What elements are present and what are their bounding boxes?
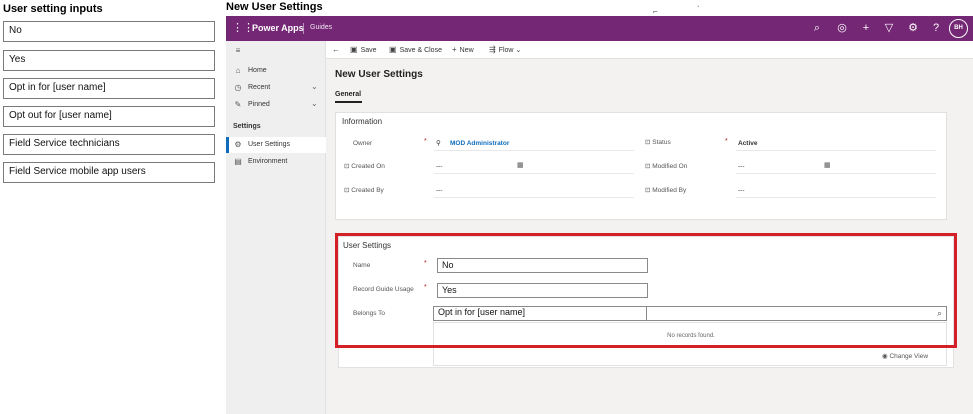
sidebar-item-home[interactable]: ⌂ Home — [226, 63, 326, 79]
save-icon: ▣ — [350, 45, 358, 54]
highlight-box — [335, 233, 957, 348]
modified-by-value: --- — [738, 187, 745, 194]
modified-on-underline — [736, 173, 936, 174]
sidebar: ≡ ⌂ Home ◷ Recent ⌄ ✎ Pinned ⌄ Settings … — [226, 41, 326, 414]
calendar-icon: ▦ — [824, 162, 831, 169]
sidebar-item-pinned[interactable]: ✎ Pinned ⌄ — [226, 97, 326, 113]
option-field-service-technicians: Field Service technicians — [3, 134, 215, 155]
modified-by-label-text: Modified By — [652, 187, 687, 194]
required-marker: * — [725, 138, 728, 145]
new-button[interactable]: + New — [452, 45, 474, 54]
chevron-down-icon: ⌄ — [311, 99, 318, 108]
created-on-value: --- — [436, 163, 443, 170]
status-underline — [736, 150, 936, 151]
modified-on-label: ⊡ Modified On — [645, 162, 687, 170]
filter-icon[interactable]: ▽ — [882, 21, 896, 35]
save-close-label: Save & Close — [399, 47, 442, 54]
save-close-icon: ▣ — [389, 45, 397, 54]
right-panel-title: New User Settings — [226, 1, 323, 13]
back-arrow-icon: ← — [332, 45, 340, 54]
status-value: Active — [738, 140, 758, 147]
sidebar-item-environment[interactable]: ▤ Environment — [226, 154, 326, 170]
app-sub-name[interactable]: Guides — [310, 24, 332, 31]
change-view-button[interactable]: ◉ Change View — [882, 352, 928, 360]
sidebar-item-label: Home — [248, 67, 267, 74]
circle-check-icon[interactable]: ◎ — [835, 21, 849, 35]
save-close-button[interactable]: ▣ Save & Close — [389, 45, 442, 54]
created-on-underline — [434, 173, 634, 174]
calendar-icon: ▦ — [517, 162, 524, 169]
information-title: Information — [342, 117, 383, 126]
created-on-label-text: Created On — [351, 163, 385, 170]
tab-general[interactable]: General — [335, 91, 361, 98]
app-name[interactable]: Power Apps — [252, 23, 304, 33]
modified-on-label-text: Modified On — [652, 163, 688, 170]
pin-icon: ✎ — [234, 100, 242, 109]
plus-icon: + — [452, 45, 457, 54]
status-label: ⊡ Status — [645, 138, 671, 146]
owner-person-icon: ⚲ — [436, 140, 441, 147]
information-section — [335, 112, 947, 220]
gear-icon[interactable]: ⚙ — [906, 21, 920, 35]
created-on-label: ⊡ Created On — [344, 162, 385, 170]
new-label: New — [459, 47, 474, 54]
owner-underline — [434, 150, 634, 151]
clock-icon: ◷ — [234, 83, 242, 92]
stray-mark: ⌐ — [653, 7, 658, 16]
save-button[interactable]: ▣ Save — [350, 45, 377, 54]
owner-label: Owner — [353, 140, 373, 147]
tab-underline — [335, 101, 362, 103]
change-view-label: Change View — [889, 353, 929, 360]
sidebar-item-label: Recent — [248, 84, 271, 91]
option-no: No — [3, 21, 215, 42]
help-icon[interactable]: ? — [929, 21, 943, 35]
waffle-icon[interactable]: ⋮⋮ — [232, 22, 254, 34]
created-by-label: ⊡ Created By — [344, 186, 384, 194]
sidebar-item-label: User Settings — [248, 141, 291, 148]
sidebar-heading-settings: Settings — [233, 123, 261, 130]
sidebar-item-label: Pinned — [248, 101, 270, 108]
hamburger-menu[interactable]: ≡ — [226, 43, 326, 59]
sidebar-item-label: Environment — [248, 158, 288, 165]
home-icon: ⌂ — [235, 66, 241, 75]
chevron-down-icon: ⌄ — [311, 82, 318, 91]
hamburger-icon: ≡ — [235, 46, 241, 55]
back-button[interactable]: ← — [332, 45, 343, 54]
avatar[interactable]: BH — [949, 19, 968, 38]
left-panel-title: User setting inputs — [3, 3, 103, 15]
topbar-divider — [303, 23, 304, 34]
plus-icon[interactable]: + — [859, 21, 873, 35]
search-icon[interactable]: ⌕ — [810, 21, 824, 35]
top-bar: ⋮⋮ Power Apps Guides ⌕ ◎ + ▽ ⚙ ? BH — [226, 16, 973, 41]
created-by-label-text: Created By — [351, 187, 384, 194]
command-bar: ← ▣ Save ▣ Save & Close + New ⇶ Flow ⌄ — [326, 41, 973, 59]
status-label-text: Status — [652, 139, 671, 146]
owner-value[interactable]: MOD Administrator — [450, 140, 509, 147]
option-yes: Yes — [3, 50, 215, 71]
modified-by-label: ⊡ Modified By — [645, 186, 686, 194]
sidebar-item-recent[interactable]: ◷ Recent ⌄ — [226, 80, 326, 96]
created-by-underline — [434, 197, 634, 198]
modified-by-underline — [736, 197, 936, 198]
flow-button[interactable]: ⇶ Flow ⌄ — [489, 45, 521, 54]
sidebar-item-user-settings[interactable]: ⚙ User Settings — [226, 137, 326, 153]
option-field-service-mobile-users: Field Service mobile app users — [3, 162, 215, 183]
list-icon: ▤ — [234, 157, 242, 166]
required-marker: * — [424, 138, 427, 145]
option-opt-out: Opt out for [user name] — [3, 106, 215, 127]
form-title: New User Settings — [335, 69, 423, 80]
created-by-value: --- — [436, 187, 443, 194]
flow-icon: ⇶ — [489, 45, 496, 54]
power-apps-window: ⋮⋮ Power Apps Guides ⌕ ◎ + ▽ ⚙ ? BH ≡ ⌂ … — [226, 16, 973, 414]
flow-label: Flow — [498, 47, 514, 54]
option-opt-in: Opt in for [user name] — [3, 78, 215, 99]
settings-icon: ⚙ — [234, 140, 242, 149]
stray-mark: ` — [697, 5, 700, 14]
save-label: Save — [360, 47, 377, 54]
chevron-down-icon: ⌄ — [515, 47, 522, 54]
modified-on-value: --- — [738, 163, 745, 170]
